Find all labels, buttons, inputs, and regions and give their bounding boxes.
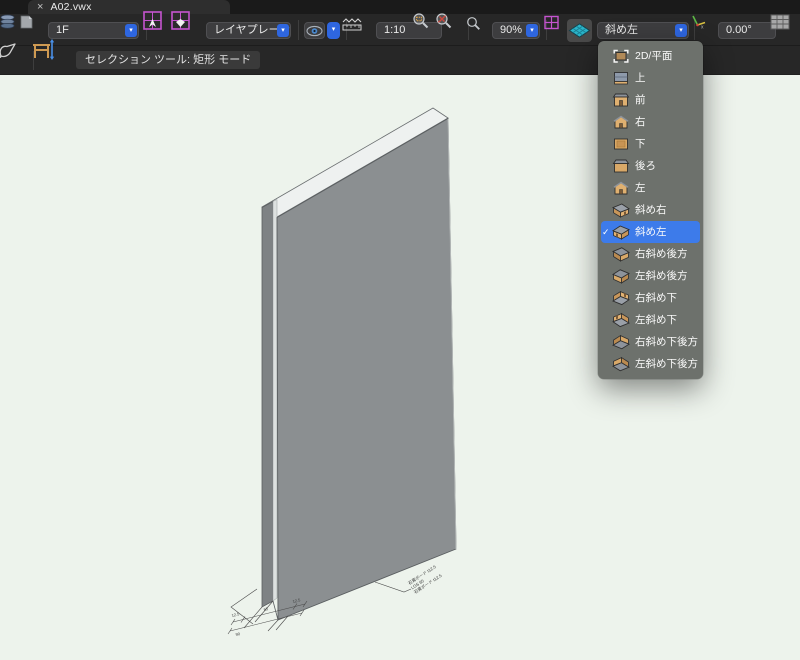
angle-value: 0.00° xyxy=(726,24,752,36)
chevron-down-icon[interactable]: ▾ xyxy=(125,24,137,37)
house-iso-left-icon xyxy=(611,224,630,240)
angle-field[interactable]: 0.00° xyxy=(718,22,776,39)
view-menu-item[interactable]: 左斜め後方 xyxy=(598,265,703,287)
checkmark-icon: ✓ xyxy=(602,227,610,237)
layer-plane-select[interactable]: レイヤプレーン ▾ xyxy=(206,22,291,39)
house-iso-right-under-back-icon xyxy=(611,334,630,350)
close-icon[interactable]: × xyxy=(37,2,43,13)
wall-leader-text: 石膏ボード t12.5 LGS 65 石膏ボード t12.5 xyxy=(407,563,444,596)
house-top-icon xyxy=(611,70,630,86)
scale-field[interactable]: 1:10 xyxy=(376,22,442,39)
house-iso-right-back-icon xyxy=(611,246,630,262)
working-plane-icon[interactable] xyxy=(567,19,592,42)
svg-text:12.5: 12.5 xyxy=(231,611,241,618)
plan-view-icon xyxy=(611,48,630,64)
view-select-value: 斜め左 xyxy=(605,24,638,36)
house-iso-right-under-icon xyxy=(611,290,630,306)
separator xyxy=(298,20,299,40)
view-menu-item[interactable]: 右斜め下後方 xyxy=(598,331,703,353)
view-menu-item[interactable]: 左斜め下後方 xyxy=(598,353,703,375)
tab-bar: × A02.vwx xyxy=(0,0,800,14)
layer-select[interactable]: 1F ▾ xyxy=(48,22,139,39)
house-bottom-icon xyxy=(611,136,630,152)
view-menu-item[interactable]: 後ろ xyxy=(598,155,703,177)
visibility-dropdown-icon[interactable]: ▾ xyxy=(327,22,340,39)
wall-bottom-notch xyxy=(272,600,279,621)
view-menu-item[interactable]: 右 xyxy=(598,111,703,133)
view-menu-item-label: 上 xyxy=(635,72,646,84)
document-title: A02.vwx xyxy=(50,1,92,13)
svg-text:90: 90 xyxy=(235,631,241,637)
chevron-down-icon[interactable]: ▾ xyxy=(526,24,538,37)
house-iso-left-under-back-icon xyxy=(611,356,630,372)
view-menu-item-label: 左斜め下後方 xyxy=(635,358,698,370)
visibility-eye-icon[interactable] xyxy=(304,22,325,39)
view-menu-item-label: 左斜め後方 xyxy=(635,270,688,282)
view-select[interactable]: 斜め左 ▾ xyxy=(597,22,689,39)
house-left-icon xyxy=(611,180,630,196)
chevron-down-icon[interactable]: ▾ xyxy=(675,24,687,37)
view-menu-item[interactable]: ✓ 斜め左 xyxy=(601,221,700,243)
view-menu-item-label: 左 xyxy=(635,182,646,194)
view-menu-item-label: 右斜め後方 xyxy=(635,248,688,260)
house-iso-left-under-icon xyxy=(611,312,630,328)
view-menu-item[interactable]: 右斜め下 xyxy=(598,287,703,309)
house-right-icon xyxy=(611,114,630,130)
svg-text:x: x xyxy=(701,25,704,31)
view-menu-item[interactable]: 左斜め下 xyxy=(598,309,703,331)
wall-panel-gap[interactable] xyxy=(272,199,278,602)
house-back-icon xyxy=(611,158,630,174)
wall-leader-line xyxy=(374,581,412,593)
layer-select-value: 1F xyxy=(56,24,69,36)
zoom-value: 90% xyxy=(500,24,523,36)
view-menu-item[interactable]: 上 xyxy=(598,67,703,89)
chevron-down-icon[interactable]: ▾ xyxy=(277,24,289,37)
tool-status: セレクション ツール: 矩形 モード xyxy=(76,51,261,69)
view-select-menu: 2D/平面 上 前 右 下 後ろ 左 斜め右 ✓ 斜め左 右斜め後方 左斜め後方… xyxy=(598,41,703,379)
view-menu-item[interactable]: 下 xyxy=(598,133,703,155)
zoom-field[interactable]: 90% ▾ xyxy=(492,22,540,39)
wall-panel-rear[interactable] xyxy=(261,200,274,608)
house-iso-left-back-icon xyxy=(611,268,630,284)
view-menu-item[interactable]: 前 xyxy=(598,89,703,111)
view-menu-item-label: 斜め左 xyxy=(635,226,667,238)
view-menu-item-label: 前 xyxy=(635,94,646,106)
house-iso-right-icon xyxy=(611,202,630,218)
view-menu-item[interactable]: 左 xyxy=(598,177,703,199)
view-menu-item-label: 下 xyxy=(635,138,646,150)
view-menu-item-label: 斜め右 xyxy=(635,204,667,216)
view-menu-item-label: 右 xyxy=(635,116,646,128)
house-front-icon xyxy=(611,92,630,108)
view-menu-item-label: 右斜め下 xyxy=(635,292,677,304)
view-menu-item[interactable]: 2D/平面 xyxy=(598,45,703,67)
view-menu-item[interactable]: 右斜め後方 xyxy=(598,243,703,265)
view-menu-item-label: 左斜め下 xyxy=(635,314,677,326)
scale-value: 1:10 xyxy=(384,24,406,36)
view-menu-item[interactable]: 斜め右 xyxy=(598,199,703,221)
view-menu-item-label: 2D/平面 xyxy=(635,50,673,62)
view-menu-item-label: 右斜め下後方 xyxy=(635,336,698,348)
view-menu-item-label: 後ろ xyxy=(635,160,656,172)
document-tab[interactable]: × A02.vwx xyxy=(28,0,230,14)
